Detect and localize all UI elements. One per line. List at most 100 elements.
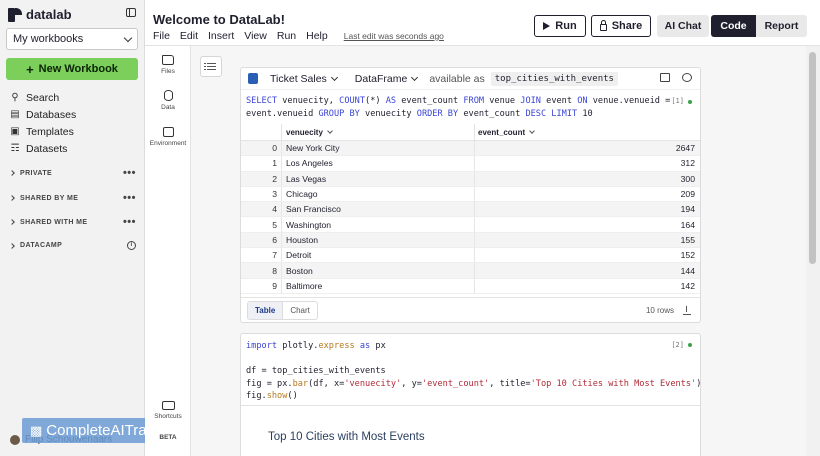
table-row[interactable]: 6 Houston 155	[241, 232, 700, 249]
column-header-venuecity[interactable]: venuecity	[281, 123, 474, 141]
tab-report[interactable]: Report	[756, 15, 807, 37]
sidebar-item-datasets[interactable]: ☶ Datasets	[10, 140, 76, 157]
environment-icon	[162, 127, 174, 137]
chevron-right-icon	[9, 195, 15, 201]
run-button[interactable]: Run	[534, 15, 586, 37]
column-label: event_count	[478, 127, 526, 137]
section-shared-by-me[interactable]: SHARED BY ME •••	[9, 192, 136, 204]
cell-venuecity: Baltimore	[281, 278, 474, 293]
table-row[interactable]: 1 Los Angeles 312	[241, 156, 700, 172]
sql-code-editor[interactable]: SELECT venuecity, COUNT(*) AS event_coun…	[241, 90, 700, 124]
search-icon: ⚲	[11, 92, 19, 103]
menu-view[interactable]: View	[244, 30, 267, 42]
sql-cell[interactable]: Ticket Sales DataFrame available as top_…	[240, 67, 701, 323]
page-title[interactable]: Welcome to DataLab!	[153, 12, 285, 27]
info-icon[interactable]: i	[127, 241, 136, 250]
column-label: venuecity	[286, 127, 323, 137]
workbook-select[interactable]: My workbooks	[6, 28, 138, 50]
table-row[interactable]: 8 Boston 144	[241, 263, 700, 279]
new-workbook-button[interactable]: + New Workbook	[6, 58, 138, 80]
table-row[interactable]: 9 Baltimore 142	[241, 278, 700, 294]
cell-event-count: 2647	[474, 141, 700, 156]
list-icon	[204, 63, 216, 65]
folder-icon	[162, 55, 174, 65]
notebook-content: Ticket Sales DataFrame available as top_…	[191, 46, 806, 456]
python-code-editor[interactable]: import plotly.express as px df = top_cit…	[241, 334, 700, 406]
chevron-down-icon	[529, 128, 535, 134]
table-row[interactable]: 5 Washington 164	[241, 217, 700, 233]
cell-venuecity: Las Vegas	[281, 171, 474, 186]
view-toggle: Table Chart	[247, 300, 318, 320]
sidebar-item-label: Databases	[26, 108, 77, 121]
rail-label: Environment	[149, 140, 187, 147]
section-private[interactable]: PRIVATE •••	[9, 167, 136, 179]
rail-shortcuts[interactable]: Shortcuts	[145, 401, 191, 420]
rail-environment[interactable]: Environment	[145, 127, 191, 147]
last-edit-link[interactable]: Last edit was seconds ago	[344, 31, 444, 42]
cell-event-count: 142	[474, 278, 700, 293]
tab-code[interactable]: Code	[711, 15, 756, 37]
more-options-icon[interactable]: •••	[123, 216, 136, 228]
row-index: 2	[272, 173, 277, 184]
python-cell[interactable]: import plotly.express as px df = top_cit…	[240, 333, 701, 456]
menu-run[interactable]: Run	[277, 30, 296, 42]
row-index: 4	[272, 204, 277, 215]
table-row[interactable]: 0 New York City 2647	[241, 141, 700, 157]
sidebar-nav: ⚲ Search ▤ Databases ▣ Templates ☶ Datas…	[10, 89, 76, 157]
menu-file[interactable]: File	[153, 30, 170, 42]
sidebar-item-label: Templates	[26, 125, 74, 138]
rail-files[interactable]: Files	[145, 55, 191, 75]
available-as-label: available as	[429, 72, 485, 85]
table-row[interactable]: 4 San Francisco 194	[241, 202, 700, 218]
sidebar-item-label: Datasets	[26, 142, 68, 155]
menu-bar: File Edit Insert View Run Help Last edit…	[153, 30, 444, 42]
datasets-icon: ☶	[10, 143, 20, 154]
table-view-icon[interactable]	[660, 73, 670, 82]
data-source-select[interactable]: Ticket Sales	[264, 70, 343, 88]
chevron-down-icon	[411, 73, 419, 81]
sidebar-item-search[interactable]: ⚲ Search	[10, 89, 76, 106]
tab-table[interactable]: Table	[248, 301, 284, 319]
ai-chat-button[interactable]: AI Chat	[657, 15, 709, 37]
templates-icon: ▣	[10, 126, 20, 137]
download-icon[interactable]	[683, 306, 691, 315]
rail-data[interactable]: Data	[145, 90, 191, 111]
success-indicator	[688, 99, 692, 104]
section-shared-with-me[interactable]: SHARED WITH ME •••	[9, 216, 136, 228]
sidebar-item-databases[interactable]: ▤ Databases	[10, 106, 76, 123]
cell-event-count: 155	[474, 232, 700, 248]
chevron-right-icon	[9, 219, 15, 225]
scrollbar-thumb[interactable]	[809, 52, 816, 264]
section-label: SHARED BY ME	[20, 194, 79, 202]
outline-toggle-button[interactable]	[200, 56, 222, 77]
sidebar-item-templates[interactable]: ▣ Templates	[10, 123, 76, 140]
more-options-icon[interactable]: •••	[123, 192, 136, 204]
more-options-icon[interactable]: •••	[123, 167, 136, 179]
success-indicator	[688, 343, 692, 348]
variable-name-field[interactable]: top_cities_with_events	[490, 71, 618, 86]
scrollbar[interactable]	[806, 46, 820, 456]
column-header-event-count[interactable]: event_count	[474, 123, 700, 141]
output-type-select[interactable]: DataFrame	[349, 70, 424, 88]
cell-venuecity: Houston	[281, 232, 474, 248]
table-row[interactable]: 3 Chicago 209	[241, 186, 700, 203]
section-datacamp[interactable]: DATACAMP i	[9, 241, 136, 250]
tab-chart[interactable]: Chart	[283, 302, 317, 319]
list-icon-line	[204, 66, 216, 68]
collapse-sidebar-icon[interactable]	[126, 8, 136, 17]
datalab-logo[interactable]: datalab	[8, 7, 72, 22]
menu-help[interactable]: Help	[306, 30, 328, 42]
cell-toolbar: Ticket Sales DataFrame available as top_…	[241, 68, 700, 90]
row-index: 8	[272, 265, 277, 276]
table-header: venuecity event_count	[241, 123, 700, 141]
menu-edit[interactable]: Edit	[180, 30, 198, 42]
table-row[interactable]: 2 Las Vegas 300	[241, 171, 700, 187]
cell-venuecity: Chicago	[281, 186, 474, 202]
icon-rail: Files Data Environment Shortcuts BETA	[145, 46, 191, 456]
table-row[interactable]: 7 Detroit 152	[241, 248, 700, 264]
menu-insert[interactable]: Insert	[208, 30, 234, 42]
share-button[interactable]: Share	[591, 15, 651, 37]
data-source-label: Ticket Sales	[270, 72, 327, 85]
settings-icon[interactable]	[682, 73, 692, 82]
chevron-right-icon	[9, 242, 15, 249]
